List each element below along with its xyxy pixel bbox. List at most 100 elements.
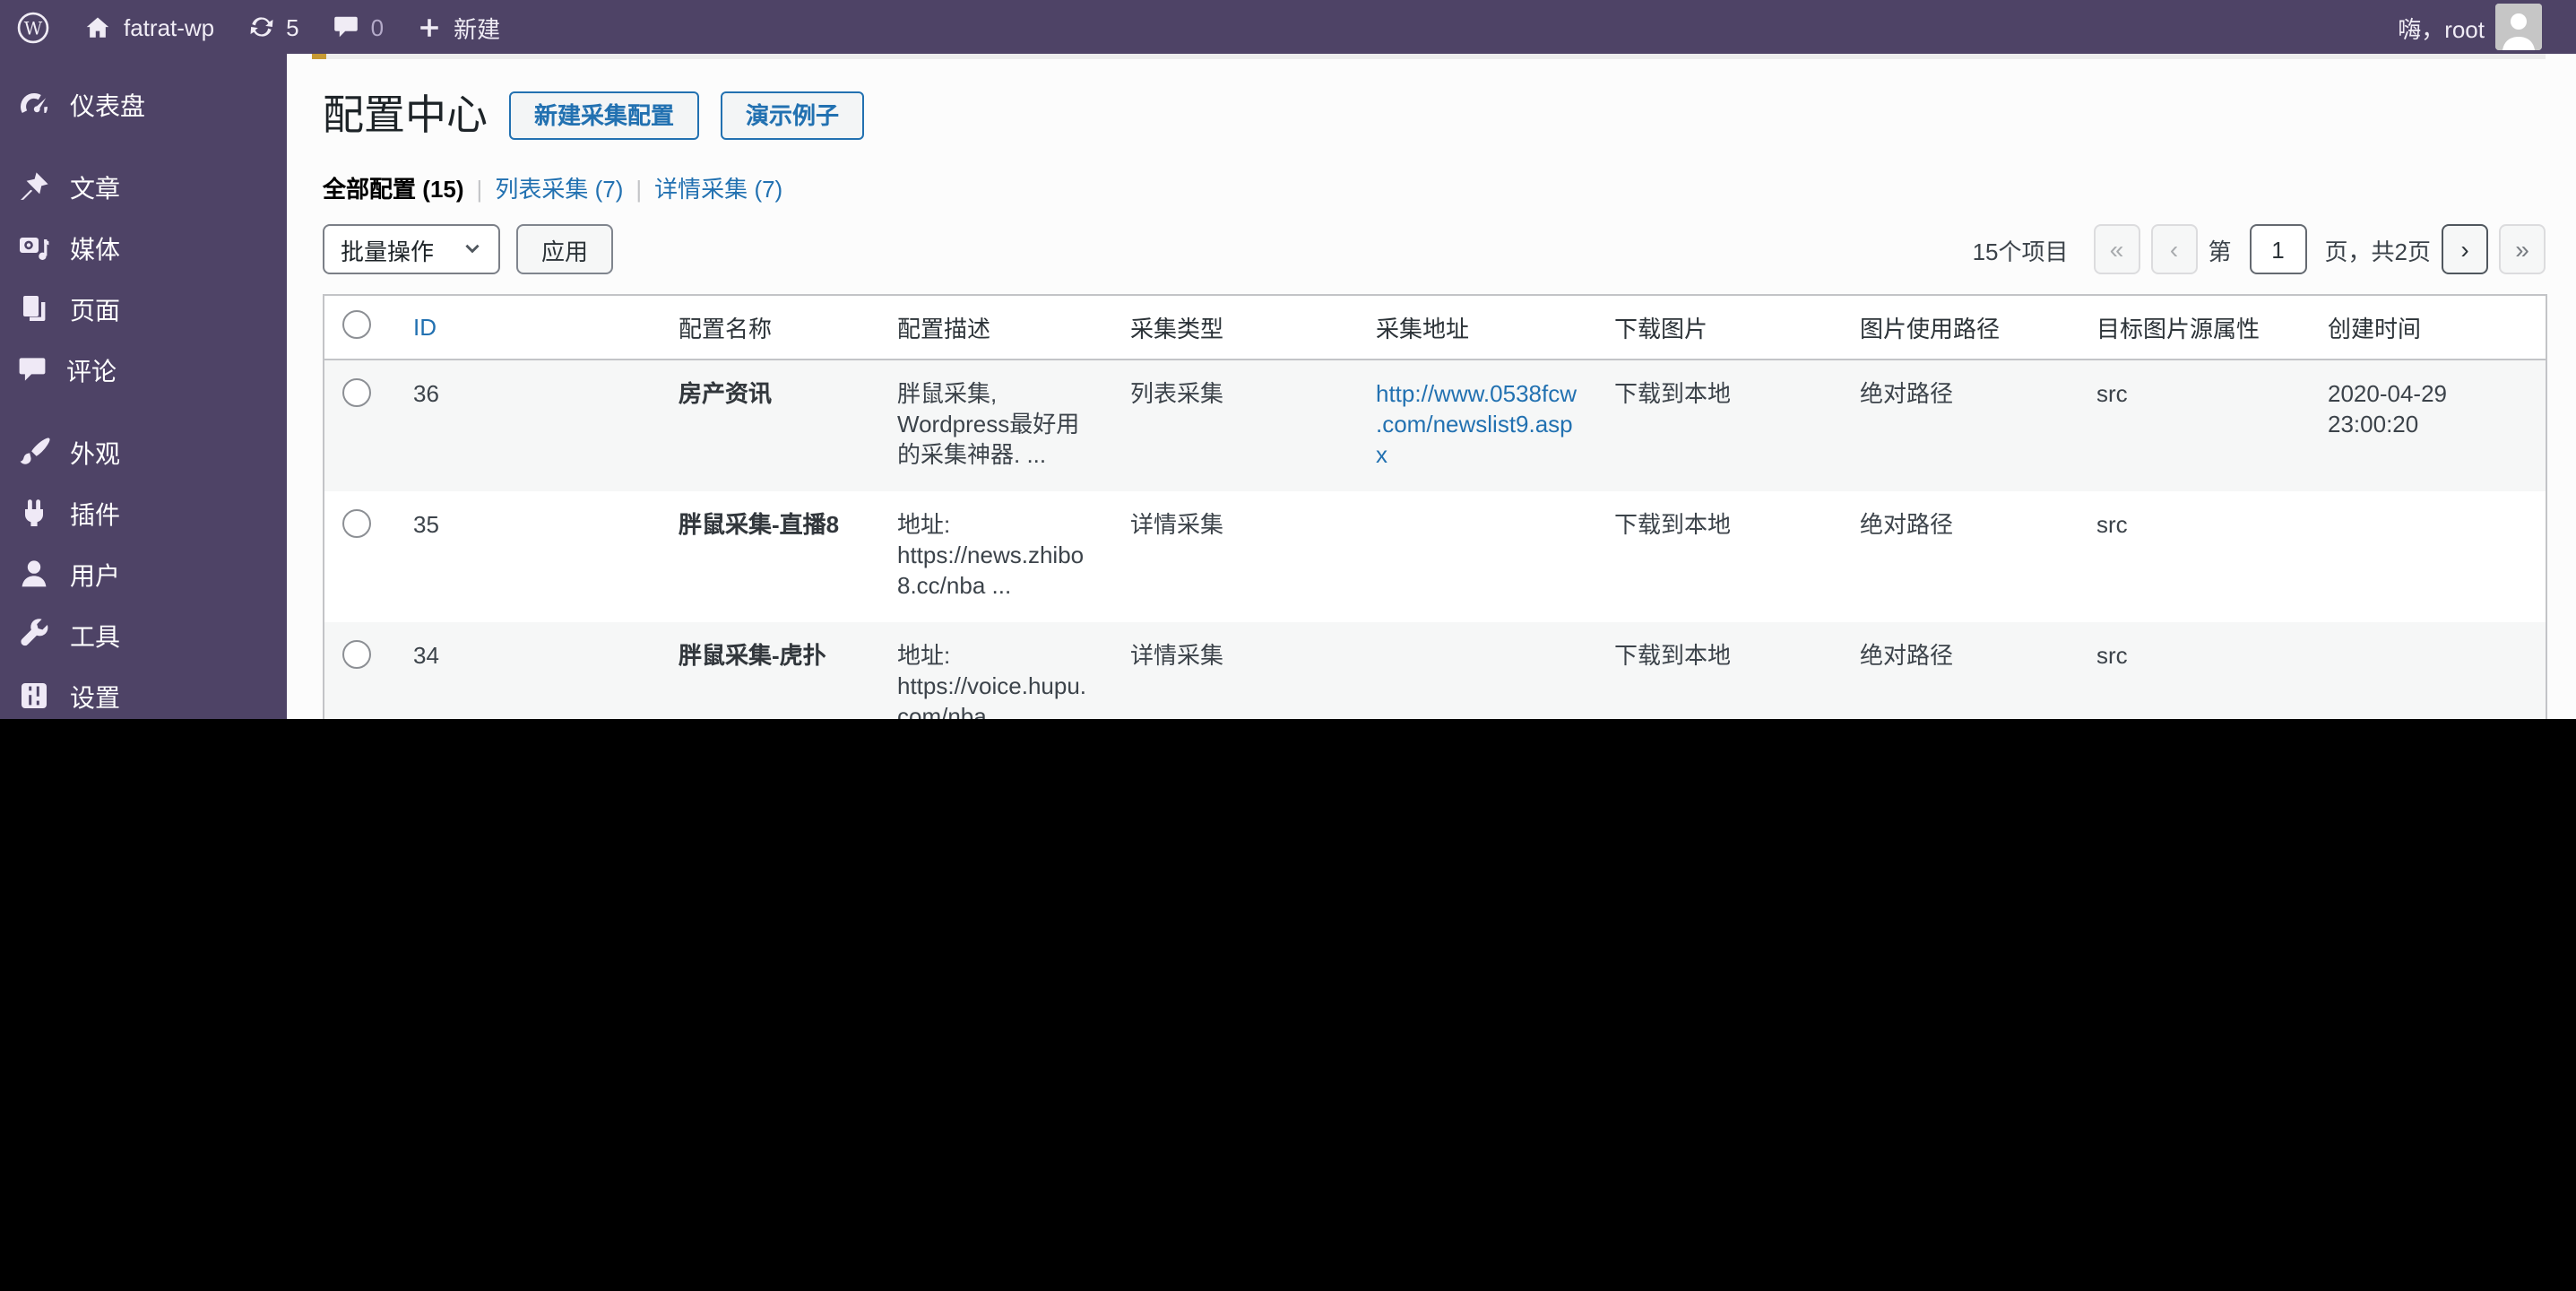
col-header-name: 配置名称 [661,295,879,360]
table-header-row: ID 配置名称 配置描述 采集类型 采集地址 下载图片 图片使用路径 目标图片源… [324,295,2546,360]
user-icon [16,555,52,596]
sort-by-id-link[interactable]: ID [413,314,437,341]
sidebar-item-label: 文章 [70,170,120,206]
cell-id: 36 [395,360,661,491]
sidebar-item-comments[interactable]: 评论 [0,341,287,402]
sidebar-item-label: 媒体 [70,231,120,267]
cell-desc: 胖鼠采集, Wordpress最好用的采集神器. ... [879,360,1112,491]
col-header-created: 创建时间 [2310,295,2546,360]
cell-created [2310,491,2546,622]
sidebar-item-dashboard[interactable]: 仪表盘 [0,75,287,136]
greeting-text: 嗨，root [2398,10,2485,44]
svg-text:W: W [24,17,43,39]
cell-type: 详情采集 [1112,491,1358,622]
select-all-checkbox[interactable] [342,310,371,339]
col-header-url: 采集地址 [1358,295,1596,360]
sidebar-item-plugins[interactable]: 插件 [0,484,287,545]
sidebar-separator [0,136,287,158]
prev-page-button[interactable]: ‹ [2151,224,2198,274]
sidebar-item-label: 插件 [70,497,120,533]
chevron-down-icon [462,236,482,263]
sidebar-item-pages[interactable]: 页面 [0,280,287,341]
col-header-attr: 目标图片源属性 [2079,295,2310,360]
sidebar-item-posts[interactable]: 文章 [0,158,287,219]
page-title: 配置中心 [323,88,488,142]
cell-attr: src [2079,622,2310,719]
first-page-button[interactable]: « [2094,224,2140,274]
comment-bubble-icon [16,352,48,390]
cell-download: 下载到本地 [1596,360,1842,491]
sidebar-item-appearance[interactable]: 外观 [0,423,287,484]
table-row: 36 房产资讯 胖鼠采集, Wordpress最好用的采集神器. ... 列表采… [324,360,2546,491]
account-menu[interactable]: 嗨，root [2382,0,2558,54]
cell-type: 详情采集 [1112,622,1358,719]
demo-examples-button[interactable]: 演示例子 [721,91,864,139]
col-header-download: 下载图片 [1596,295,1842,360]
sidebar-item-label: 设置 [70,680,120,715]
plus-icon [416,13,443,40]
next-page-button[interactable]: › [2442,224,2488,274]
current-page-input[interactable] [2250,224,2307,274]
last-page-button[interactable]: » [2499,224,2546,274]
cell-type: 列表采集 [1112,360,1358,491]
row-checkbox[interactable] [342,378,371,407]
cell-desc: 地址: https://voice.hupu.com/nba ... [879,622,1112,719]
sidebar-item-label: 外观 [70,436,120,472]
collect-url-link[interactable]: http://www.0538fcw.com/newslist9.aspx [1376,380,1577,468]
cell-path: 绝对路径 [1842,622,2079,719]
wrench-icon [16,616,52,657]
cell-url [1358,491,1596,622]
sidebar-item-settings[interactable]: 设置 [0,667,287,719]
sidebar-item-users[interactable]: 用户 [0,545,287,606]
row-checkbox[interactable] [342,509,371,538]
sidebar-item-label: 用户 [70,558,120,594]
screenshot-canvas: W fatrat-wp 5 0 [0,0,2576,1291]
filter-detail-collect[interactable]: 详情采集 (7) [654,176,782,203]
col-header-desc: 配置描述 [879,295,1112,360]
table-row: 35 胖鼠采集-直播8 地址: https://news.zhibo8.cc/n… [324,491,2546,622]
comment-bubble-icon [332,13,360,41]
pagination: 15个项目 « ‹ 第 页，共2页 › » [1973,224,2546,274]
row-checkbox[interactable] [342,640,371,669]
pages-icon [16,290,52,331]
sidebar-separator [0,402,287,423]
dashboard-icon [16,85,52,126]
cell-desc: 地址: https://news.zhibo8.cc/nba ... [879,491,1112,622]
sidebar-item-tools[interactable]: 工具 [0,606,287,667]
site-home-link[interactable]: fatrat-wp [66,0,230,54]
cell-created [2310,622,2546,719]
config-table: ID 配置名称 配置描述 采集类型 采集地址 下载图片 图片使用路径 目标图片源… [323,294,2547,719]
cell-config-name: 胖鼠采集-虎扑 [679,642,826,669]
apply-button[interactable]: 应用 [516,224,613,274]
comments-link[interactable]: 0 [316,0,400,54]
admin-notice-peek [312,54,2546,59]
comment-count: 0 [371,13,384,40]
sidebar-item-label: 仪表盘 [70,88,145,124]
cell-download: 下载到本地 [1596,491,1842,622]
table-row: 34 胖鼠采集-虎扑 地址: https://voice.hupu.com/nb… [324,622,2546,719]
filter-list-collect[interactable]: 列表采集 (7) [495,176,623,203]
plug-icon [16,494,52,535]
avatar [2495,4,2542,50]
cell-url [1358,622,1596,719]
col-header-type: 采集类型 [1112,295,1358,360]
sidebar-item-label: 页面 [70,292,120,328]
page-suffix-label: 页，共2页 [2325,232,2431,266]
cell-config-name: 胖鼠采集-直播8 [679,511,839,538]
items-total: 15个项目 [1973,232,2069,266]
pin-icon [16,168,52,209]
new-config-button[interactable]: 新建采集配置 [509,91,699,139]
cell-attr: src [2079,491,2310,622]
cell-config-name: 房产资讯 [679,380,772,407]
updates-link[interactable]: 5 [230,0,315,54]
wordpress-menu-button[interactable]: W [0,0,66,54]
filter-all[interactable]: 全部配置 (15) [323,176,464,203]
site-name: fatrat-wp [124,13,214,40]
cell-id: 35 [395,491,661,622]
bulk-action-selected-value: 批量操作 [341,232,434,266]
cell-path: 绝对路径 [1842,360,2079,491]
new-content-button[interactable]: 新建 [400,0,516,54]
sidebar-item-media[interactable]: 媒体 [0,219,287,280]
bulk-action-select[interactable]: 批量操作 [323,224,500,274]
filter-links: 全部配置 (15)|列表采集 (7)|详情采集 (7) [323,170,2546,199]
